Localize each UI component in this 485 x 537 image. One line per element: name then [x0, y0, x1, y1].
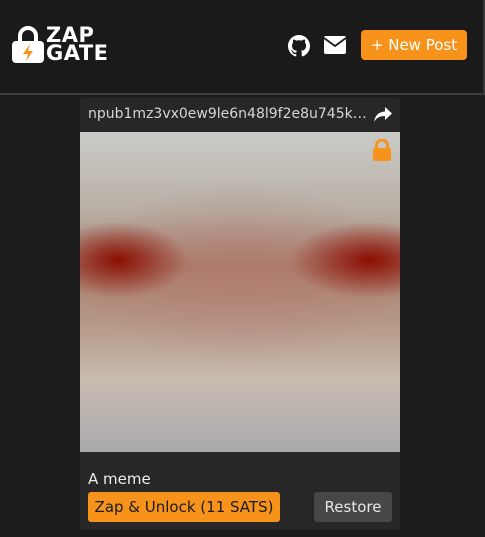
share-icon[interactable]	[374, 107, 392, 123]
logo-lock-icon	[12, 26, 44, 63]
post-caption: A meme	[88, 470, 151, 488]
post-card-header: npub1mz3vx0ew9le6n48l9f2e8u745k0...	[80, 98, 400, 132]
zap-unlock-button[interactable]: Zap & Unlock (11 SATS)	[88, 492, 280, 522]
restore-button[interactable]: Restore	[314, 492, 392, 522]
padlock-icon	[373, 139, 391, 161]
zapgate-logo[interactable]: ZAP GATE	[12, 25, 112, 66]
github-icon[interactable]	[288, 35, 310, 57]
post-card: npub1mz3vx0ew9le6n48l9f2e8u745k0... A me…	[80, 98, 400, 530]
logo-line-2: GATE	[46, 41, 109, 65]
post-image-blurred	[80, 132, 400, 452]
new-post-button[interactable]: + New Post	[361, 30, 467, 60]
mail-icon[interactable]	[324, 36, 346, 54]
author-npub[interactable]: npub1mz3vx0ew9le6n48l9f2e8u745k0...	[88, 106, 370, 122]
app-header: ZAP GATE + New Post	[0, 0, 485, 95]
logo-text: ZAP GATE	[46, 25, 109, 65]
